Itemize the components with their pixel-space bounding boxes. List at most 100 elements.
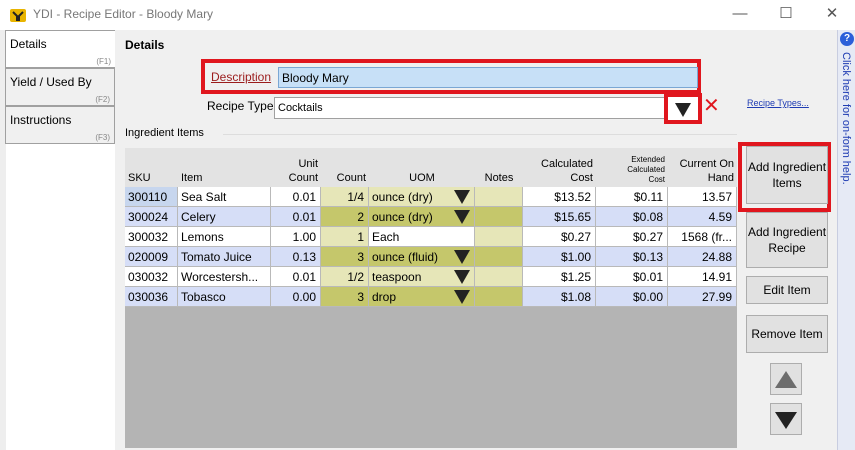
sku-cell[interactable]: 300032 — [125, 227, 178, 247]
help-text[interactable]: Click here for on-form help. — [840, 52, 852, 185]
unit-count-cell[interactable]: 1.00 — [271, 227, 321, 247]
arrow-down-icon — [775, 412, 797, 429]
calculated-cost-cell[interactable]: $1.08 — [523, 287, 596, 307]
item-cell[interactable]: Worcestersh... — [178, 267, 271, 287]
tab-instructions[interactable]: Instructions (F3) — [5, 106, 115, 144]
calculated-cost-cell[interactable]: $1.25 — [523, 267, 596, 287]
extended-cost-cell[interactable]: $0.01 — [596, 267, 668, 287]
header-current-on-hand[interactable]: Current On Hand — [668, 148, 737, 187]
extended-cost-cell[interactable]: $0.13 — [596, 247, 668, 267]
chevron-down-icon — [675, 103, 691, 117]
details-heading: Details — [125, 38, 165, 52]
notes-cell[interactable] — [475, 187, 523, 207]
header-uom[interactable]: UOM — [369, 148, 475, 187]
count-cell[interactable]: 3 — [321, 287, 369, 307]
table-row[interactable]: 020009 Tomato Juice 0.13 3 ounce (fluid) $1.0… — [125, 247, 737, 267]
notes-cell[interactable] — [475, 227, 523, 247]
chevron-down-icon[interactable] — [454, 250, 470, 264]
clear-icon[interactable]: ✕ — [703, 96, 720, 116]
tab-shortcut: (F2) — [95, 95, 110, 104]
extended-cost-cell[interactable]: $0.27 — [596, 227, 668, 247]
description-input[interactable]: Bloody Mary — [278, 67, 698, 88]
sku-cell[interactable]: 030036 — [125, 287, 178, 307]
recipe-types-link[interactable]: Recipe Types... — [747, 98, 809, 108]
tab-label: Details — [10, 37, 47, 51]
on-hand-cell[interactable]: 14.91 — [668, 267, 737, 287]
on-hand-cell[interactable]: 13.57 — [668, 187, 737, 207]
recipe-type-dropdown-button[interactable] — [664, 93, 702, 124]
unit-count-cell[interactable]: 0.01 — [271, 267, 321, 287]
table-row[interactable]: 300110 Sea Salt 0.01 1/4 ounce (dry) $13.52 $0… — [125, 187, 737, 207]
help-sidebar[interactable]: ? Click here for on-form help. — [837, 30, 855, 450]
extended-cost-cell[interactable]: $0.08 — [596, 207, 668, 227]
item-cell[interactable]: Tomato Juice — [178, 247, 271, 267]
close-button[interactable]: ✕ — [817, 4, 847, 26]
add-ingredient-items-button[interactable]: Add Ingredient Items — [746, 146, 828, 204]
count-cell[interactable]: 2 — [321, 207, 369, 227]
table-row[interactable]: 030032 Worcestersh... 0.01 1/2 teaspoon $1.25… — [125, 267, 737, 287]
unit-count-cell[interactable]: 0.01 — [271, 207, 321, 227]
extended-cost-cell[interactable]: $0.11 — [596, 187, 668, 207]
count-cell[interactable]: 1/2 — [321, 267, 369, 287]
details-panel: Details Description Bloody Mary Recipe T… — [115, 30, 837, 450]
sku-cell[interactable]: 030032 — [125, 267, 178, 287]
calculated-cost-cell[interactable]: $13.52 — [523, 187, 596, 207]
sku-cell[interactable]: 020009 — [125, 247, 178, 267]
edit-item-button[interactable]: Edit Item — [746, 276, 828, 304]
help-icon[interactable]: ? — [840, 32, 854, 46]
header-item[interactable]: Item — [178, 148, 271, 187]
header-sku[interactable]: SKU — [125, 148, 178, 187]
chevron-down-icon[interactable] — [454, 290, 470, 304]
item-cell[interactable]: Tobasco — [178, 287, 271, 307]
tab-strip: Details (F1) Yield / Used By (F2) Instru… — [5, 30, 115, 150]
unit-count-cell[interactable]: 0.13 — [271, 247, 321, 267]
on-hand-cell[interactable]: 27.99 — [668, 287, 737, 307]
on-hand-cell[interactable]: 24.88 — [668, 247, 737, 267]
table-row[interactable]: 300032 Lemons 1.00 1 Each $0.27 $0.27 1568 (fr.… — [125, 227, 737, 247]
sku-cell[interactable]: 300024 — [125, 207, 178, 227]
count-cell[interactable]: 3 — [321, 247, 369, 267]
notes-cell[interactable] — [475, 207, 523, 227]
chevron-down-icon[interactable] — [454, 270, 470, 284]
add-ingredient-recipe-button[interactable]: Add Ingredient Recipe — [746, 212, 828, 268]
remove-item-button[interactable]: Remove Item — [746, 315, 828, 353]
calculated-cost-cell[interactable]: $1.00 — [523, 247, 596, 267]
calculated-cost-cell[interactable]: $15.65 — [523, 207, 596, 227]
chevron-down-icon[interactable] — [454, 190, 470, 204]
recipe-type-select[interactable]: Cocktails — [274, 97, 669, 119]
item-cell[interactable]: Lemons — [178, 227, 271, 247]
item-cell[interactable]: Sea Salt — [178, 187, 271, 207]
uom-cell[interactable]: Each — [369, 227, 475, 247]
notes-cell[interactable] — [475, 287, 523, 307]
table-row[interactable]: 030036 Tobasco 0.00 3 drop $1.08 $0.00 27.99 — [125, 287, 737, 307]
notes-cell[interactable] — [475, 267, 523, 287]
header-calculated-cost[interactable]: Calculated Cost — [523, 148, 596, 187]
title-bar: YDI - Recipe Editor - Bloody Mary — ☐ ✕ — [0, 0, 855, 30]
table-row[interactable]: 300024 Celery 0.01 2 ounce (dry) $15.65 $0.08 4… — [125, 207, 737, 227]
header-extended-cost[interactable]: Extended Calculated Cost — [596, 148, 668, 187]
maximize-button[interactable]: ☐ — [771, 4, 801, 26]
tab-label: Yield / Used By — [10, 75, 92, 89]
move-up-button[interactable] — [770, 363, 802, 395]
count-cell[interactable]: 1/4 — [321, 187, 369, 207]
sku-cell[interactable]: 300110 — [125, 187, 178, 207]
tab-yield-used-by[interactable]: Yield / Used By (F2) — [5, 68, 115, 106]
move-down-button[interactable] — [770, 403, 802, 435]
tab-details[interactable]: Details (F1) — [5, 30, 115, 68]
header-count[interactable]: Count — [321, 148, 369, 187]
chevron-down-icon[interactable] — [454, 210, 470, 224]
unit-count-cell[interactable]: 0.00 — [271, 287, 321, 307]
app-logo-icon — [10, 9, 26, 22]
calculated-cost-cell[interactable]: $0.27 — [523, 227, 596, 247]
on-hand-cell[interactable]: 4.59 — [668, 207, 737, 227]
extended-cost-cell[interactable]: $0.00 — [596, 287, 668, 307]
header-notes[interactable]: Notes — [475, 148, 523, 187]
unit-count-cell[interactable]: 0.01 — [271, 187, 321, 207]
notes-cell[interactable] — [475, 247, 523, 267]
on-hand-cell[interactable]: 1568 (fr... — [668, 227, 737, 247]
minimize-button[interactable]: — — [725, 4, 755, 26]
item-cell[interactable]: Celery — [178, 207, 271, 227]
recipe-editor-window: YDI - Recipe Editor - Bloody Mary — ☐ ✕ … — [0, 0, 855, 450]
count-cell[interactable]: 1 — [321, 227, 369, 247]
header-unit-count[interactable]: Unit Count — [271, 148, 321, 187]
